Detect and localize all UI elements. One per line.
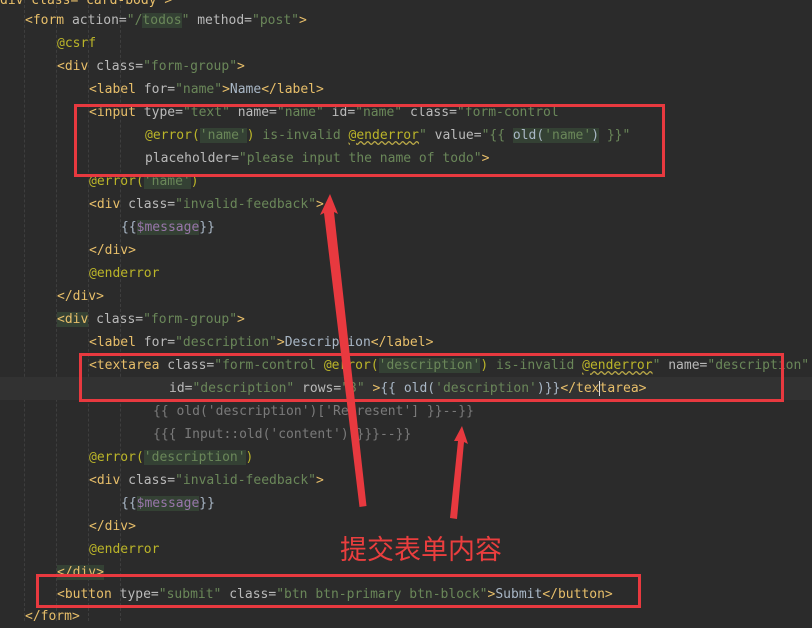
arrow-to-input — [320, 194, 367, 507]
annotation-label: 提交表单内容 — [340, 535, 502, 566]
arrow-to-textarea — [450, 426, 468, 519]
